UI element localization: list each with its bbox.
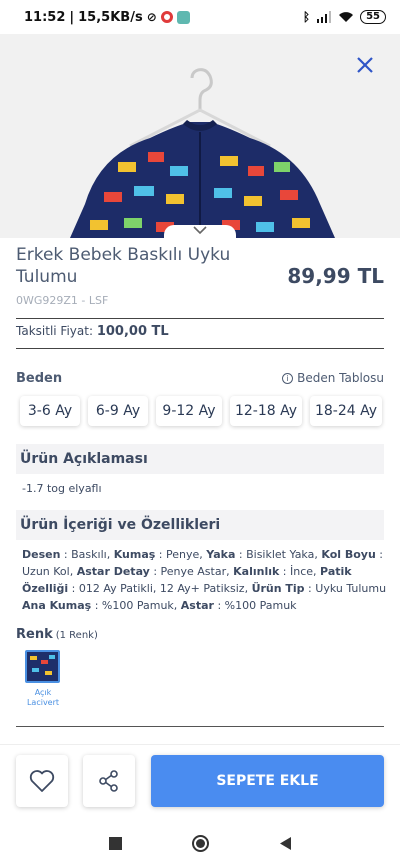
product-code: 0WG929Z1 - LSF <box>16 294 109 307</box>
feature-value: 012 Ay Patikli, 12 Ay+ Patiksiz <box>78 582 245 595</box>
status-bar: 11:52 | 15,5KB/s ⊘ ᛒ 55 <box>0 0 400 34</box>
nav-back-icon[interactable] <box>279 836 292 851</box>
battery-indicator: 55 <box>360 10 386 24</box>
features-heading: Ürün İçeriği ve Özellikleri <box>16 510 384 540</box>
feature-key: Kumaş <box>113 548 156 561</box>
product-photo <box>0 34 400 238</box>
share-icon <box>99 770 118 792</box>
installment-label: Taksitli Fiyat: <box>16 324 93 338</box>
divider <box>16 726 384 727</box>
size-option[interactable]: 12-18 Ay <box>230 396 302 426</box>
size-options: 3-6 Ay 6-9 Ay 9-12 Ay 12-18 Ay 18-24 Ay <box>20 396 382 426</box>
description-heading: Ürün Açıklaması <box>16 444 384 474</box>
feature-value: %100 Pamuk <box>101 599 174 612</box>
color-label-text: Renk <box>16 627 53 642</box>
close-icon[interactable] <box>354 54 376 76</box>
color-swatch[interactable] <box>25 650 60 683</box>
feature-key: Kalınlık <box>233 565 280 578</box>
chevron-down-icon <box>193 226 207 235</box>
feature-key: Ürün Tip <box>251 582 305 595</box>
size-option[interactable]: 6-9 Ay <box>88 396 148 426</box>
nav-circle-icon[interactable] <box>191 834 209 852</box>
system-nav-bar <box>0 820 400 866</box>
color-swatch-name: Açık Lacivert <box>26 688 60 707</box>
features-text: Desen : Baskılı, Kumaş : Penye, Yaka : B… <box>22 548 387 612</box>
feature-key: Astar <box>180 599 214 612</box>
wifi-icon <box>339 12 354 22</box>
size-option[interactable]: 9-12 Ay <box>156 396 222 426</box>
feature-value: Bisiklet Yaka <box>246 548 315 561</box>
product-title: Erkek Bebek Baskılı Uyku Tulumu <box>16 245 231 287</box>
installment-price: Taksitli Fiyat: 100,00 TL <box>16 324 169 339</box>
color-count: (1 Renk) <box>55 630 98 641</box>
size-table-link[interactable]: i Beden Tablosu <box>282 371 384 385</box>
status-right: ᛒ 55 <box>303 10 386 24</box>
signal-icon <box>317 11 332 23</box>
status-left: 11:52 | 15,5KB/s ⊘ <box>24 10 190 25</box>
size-label: Beden <box>16 371 63 386</box>
color-label: Renk (1 Renk) <box>16 627 98 642</box>
feature-value: %100 Pamuk <box>224 599 297 612</box>
feature-value: Penye Astar <box>160 565 227 578</box>
installment-value: 100,00 TL <box>96 324 169 339</box>
share-button[interactable] <box>83 755 135 807</box>
status-network-speed: 15,5KB/s <box>78 9 143 25</box>
feature-key: Ana Kumaş <box>22 599 92 612</box>
size-option[interactable]: 18-24 Ay <box>310 396 382 426</box>
favorite-button[interactable] <box>16 755 68 807</box>
description-text: -1.7 tog elyaflı <box>22 482 102 495</box>
heart-icon <box>29 770 55 792</box>
feature-key: Desen <box>22 548 61 561</box>
status-separator: | <box>69 9 75 25</box>
bluetooth-icon: ᛒ <box>302 10 311 24</box>
feature-key: Kol Boyu <box>321 548 376 561</box>
product-image[interactable] <box>0 34 400 238</box>
feature-value: Uzun Kol <box>22 565 70 578</box>
size-option[interactable]: 3-6 Ay <box>20 396 80 426</box>
add-to-cart-button[interactable]: SEPETE EKLE <box>151 755 384 807</box>
nav-square-icon[interactable] <box>108 836 122 850</box>
size-table-label: Beden Tablosu <box>297 371 384 385</box>
record-icon <box>160 11 173 23</box>
feature-value: Baskılı <box>71 548 107 561</box>
status-time: 11:52 <box>24 9 66 25</box>
divider <box>16 348 384 349</box>
action-bar: SEPETE EKLE <box>0 744 400 820</box>
collapse-handle[interactable] <box>164 225 236 238</box>
alarm-off-icon: ⊘ <box>146 10 157 24</box>
app-notification-icon <box>176 10 190 24</box>
feature-value: Uyku Tulumu <box>315 582 387 595</box>
feature-key: Astar Detay <box>76 565 150 578</box>
swatch-thumbnail <box>27 652 58 681</box>
info-icon: i <box>282 372 294 384</box>
feature-key: Yaka <box>206 548 236 561</box>
feature-value: Penye <box>166 548 200 561</box>
divider <box>16 318 384 319</box>
feature-value: İnce <box>290 565 314 578</box>
product-price: 89,99 TL <box>287 264 384 288</box>
